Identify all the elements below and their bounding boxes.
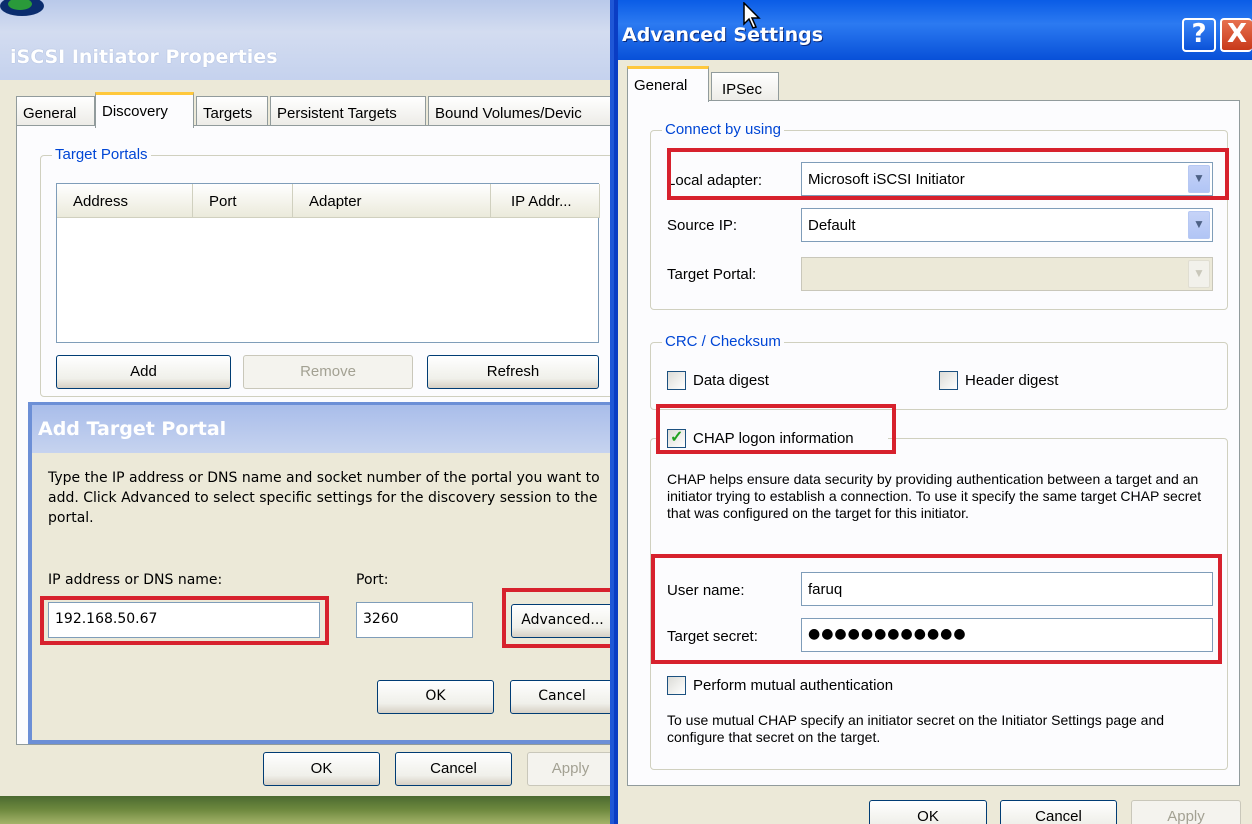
chevron-down-icon[interactable]: ▼ [1188,211,1210,239]
desktop-background-strip [0,796,614,824]
add-target-portal-title: Add Target Portal [38,418,227,440]
iscsi-properties-title: iSCSI Initiator Properties [10,46,278,68]
advanced-cancel-button[interactable]: Cancel [1000,800,1117,824]
source-ip-select[interactable]: Default ▼ [801,208,1213,242]
target-portals-group-label: Target Portals [52,146,151,163]
add-target-portal-description: Type the IP address or DNS name and sock… [48,470,600,526]
refresh-portal-button[interactable]: Refresh [427,355,599,389]
data-digest-checkbox[interactable] [667,371,686,390]
remove-portal-button[interactable]: Remove [243,355,413,389]
local-adapter-highlight [667,148,1229,200]
iscsi-apply-button[interactable]: Apply [527,752,614,786]
chap-logon-highlight [656,404,896,454]
header-digest-label: Header digest [965,372,1059,389]
advanced-settings-title: Advanced Settings [622,24,824,46]
column-header-address[interactable]: Address [57,184,193,218]
close-button[interactable]: X [1220,18,1252,52]
tab-persistent-targets[interactable]: Persistent Targets [270,96,426,126]
column-header-adapter[interactable]: Adapter [293,184,491,218]
target-portals-list[interactable]: Address Port Adapter IP Addr... [56,183,600,343]
header-digest-checkbox[interactable] [939,371,958,390]
target-portal-select[interactable]: ▼ [801,257,1213,291]
tab-advanced-general[interactable]: General [627,66,709,102]
help-button[interactable]: ? [1182,18,1216,52]
port-input[interactable]: 3260 [356,602,473,638]
advanced-apply-button[interactable]: Apply [1131,800,1241,824]
advanced-button-highlight [502,588,618,648]
column-header-port[interactable]: Port [193,184,293,218]
app-icon [0,0,44,16]
tab-ipsec[interactable]: IPSec [711,72,779,102]
iscsi-ok-button[interactable]: OK [263,752,380,786]
chap-description: CHAP helps ensure data security by provi… [667,471,1202,521]
ip-address-label: IP address or DNS name: [48,572,223,588]
add-portal-button[interactable]: Add [56,355,231,389]
column-header-ip-address[interactable]: IP Addr... [491,184,600,218]
ip-address-highlight [40,596,329,645]
mutual-auth-label: Perform mutual authentication [693,677,894,694]
mutual-auth-description: To use mutual CHAP specify an initiator … [667,712,1165,745]
advanced-ok-button[interactable]: OK [869,800,987,824]
port-label: Port: [356,572,389,588]
tab-bound-volumes[interactable]: Bound Volumes/Devic [428,96,614,126]
tab-discovery[interactable]: Discovery [95,92,194,128]
add-portal-ok-button[interactable]: OK [377,680,494,714]
source-ip-label: Source IP: [667,217,738,234]
mouse-pointer-icon [743,2,761,29]
data-digest-label: Data digest [693,372,769,389]
iscsi-tab-strip: General Discovery Targets Persistent Tar… [16,92,614,128]
source-ip-value: Default [808,217,856,234]
mutual-auth-checkbox[interactable] [667,676,686,695]
crc-checksum-label: CRC / Checksum [662,333,784,350]
target-portal-label: Target Portal: [667,266,757,283]
tab-targets[interactable]: Targets [196,96,268,126]
iscsi-cancel-button[interactable]: Cancel [395,752,512,786]
tab-general[interactable]: General [16,96,95,126]
connect-by-using-label: Connect by using [662,121,784,138]
chevron-down-icon[interactable]: ▼ [1188,260,1210,288]
credentials-highlight [651,554,1222,664]
add-portal-cancel-button[interactable]: Cancel [510,680,614,714]
iscsi-properties-titlebar[interactable] [0,0,614,80]
